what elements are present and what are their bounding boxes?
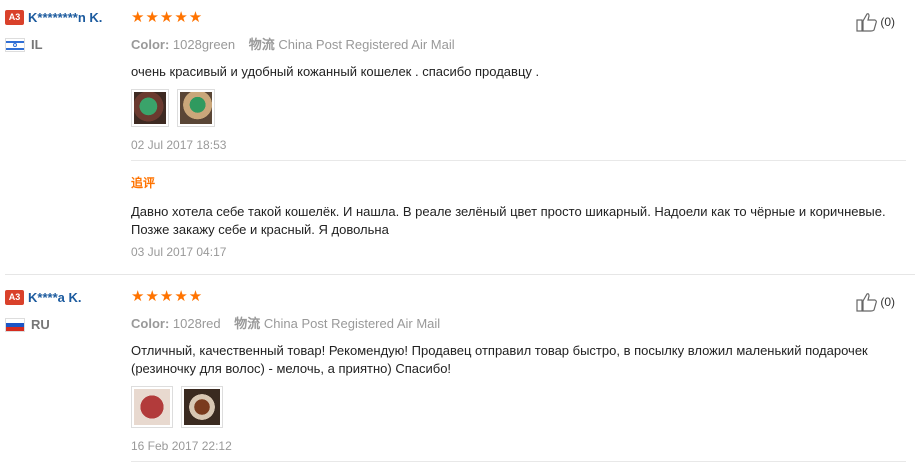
- thumbs-up-icon: [856, 293, 878, 312]
- level-badge: A3: [5, 290, 24, 305]
- shipping-label: 物流: [248, 37, 275, 52]
- review-text: Отличный, качественный товар! Рекомендую…: [131, 343, 868, 376]
- country-code: RU: [31, 317, 50, 332]
- review-photos: [131, 89, 906, 127]
- reviewer-country: IL: [5, 37, 117, 52]
- helpful-button[interactable]: (0): [856, 12, 895, 32]
- thumbs-up-icon: [856, 13, 878, 32]
- review-text: очень красивый и удобный кожанный кошеле…: [131, 64, 540, 79]
- reviewer-name[interactable]: K****a K.: [28, 290, 81, 305]
- review-photos: [131, 386, 906, 428]
- flag-icon: [5, 37, 25, 52]
- order-info: Color: 1028red 物流 China Post Registered …: [131, 313, 906, 332]
- flag-icon: [5, 317, 25, 332]
- review-date: 02 Jul 2017 18:53: [131, 138, 227, 152]
- helpful-count: (0): [880, 15, 895, 29]
- additional-review-title: 追评: [131, 176, 156, 190]
- review-photo[interactable]: [131, 89, 169, 127]
- review-photo[interactable]: [177, 89, 215, 127]
- helpful-count: (0): [880, 295, 895, 309]
- review-content: ★★★★★ Color: 1028green 物流 China Post Reg…: [131, 9, 906, 259]
- shipping-label: 物流: [234, 316, 261, 331]
- shipping-value: China Post Registered Air Mail: [278, 37, 455, 52]
- level-badge: A3: [5, 10, 24, 25]
- review-date: 16 Feb 2017 22:12: [131, 439, 232, 453]
- country-code: IL: [31, 37, 43, 52]
- reviewer-name[interactable]: K********n K.: [28, 10, 102, 25]
- additional-review-text: Давно хотела себе такой кошелёк. И нашла…: [131, 204, 886, 237]
- reviewer-info: A3 K****a K. RU: [5, 290, 117, 332]
- divider: [131, 461, 906, 462]
- review-item: A3 K********n K. IL ★★★★★ Color: 1028gree…: [0, 0, 921, 270]
- color-value: 1028red: [172, 316, 221, 331]
- reviewer-country: RU: [5, 317, 117, 332]
- shipping-value: China Post Registered Air Mail: [263, 316, 441, 331]
- review-content: ★★★★★ Color: 1028red 物流 China Post Regis…: [131, 288, 906, 462]
- color-label: Color:: [131, 316, 170, 331]
- review-photo[interactable]: [181, 386, 223, 428]
- divider: [131, 160, 906, 161]
- color-label: Color:: [131, 37, 170, 52]
- order-info: Color: 1028green 物流 China Post Registere…: [131, 34, 906, 53]
- star-rating: ★★★★★: [131, 288, 204, 305]
- star-rating: ★★★★★: [131, 9, 204, 26]
- additional-review-date: 03 Jul 2017 04:17: [131, 245, 227, 259]
- reviewer-info: A3 K********n K. IL: [5, 10, 117, 52]
- helpful-button[interactable]: (0): [856, 292, 895, 312]
- review-item: A3 K****a K. RU ★★★★★ Color: 1028red 物流 C…: [0, 280, 921, 472]
- color-value: 1028green: [172, 37, 236, 52]
- review-separator: [5, 274, 915, 275]
- review-photo[interactable]: [131, 386, 173, 428]
